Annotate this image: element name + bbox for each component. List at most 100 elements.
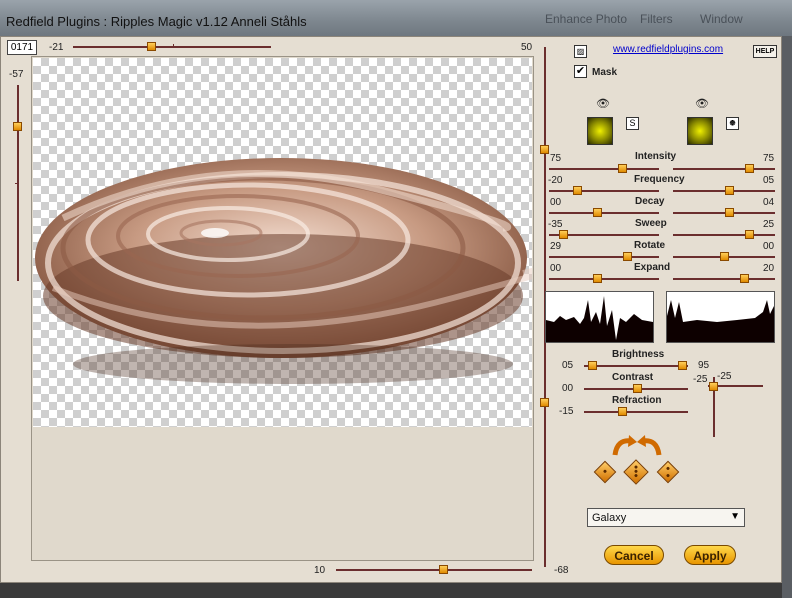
- expand-knob-left[interactable]: [593, 274, 602, 283]
- apply-button[interactable]: Apply: [684, 545, 736, 565]
- contrast-knob[interactable]: [633, 384, 642, 393]
- color-swatch-left[interactable]: [587, 117, 613, 145]
- refraction-label: Refraction: [612, 395, 662, 406]
- contrast-label: Contrast: [612, 372, 654, 383]
- expand-slider-left[interactable]: [549, 278, 659, 280]
- intensity-right-value: 75: [763, 153, 775, 164]
- rotate-arrows-icon[interactable]: [611, 435, 663, 457]
- bottom-hslider-track[interactable]: [336, 569, 532, 571]
- contrast-left-value: 00: [562, 383, 574, 394]
- expand-left-value: 00: [550, 263, 562, 274]
- bg-title-1: Enhance Photo: [545, 12, 628, 26]
- rotate-label: Rotate: [634, 240, 666, 251]
- swatch-swirl-button[interactable]: 🞿: [726, 117, 739, 130]
- rotate-right-value: 00: [763, 241, 775, 252]
- expand-label: Expand: [634, 262, 671, 273]
- rotate-left-value: 29: [550, 241, 562, 252]
- left-vslider-value: -57: [9, 69, 24, 80]
- bottom-hslider-knob[interactable]: [439, 565, 448, 574]
- brightness-knob-left[interactable]: [588, 361, 597, 370]
- mask-label: Mask: [592, 67, 618, 78]
- window-title: Redfield Plugins : Ripples Magic v1.12 A…: [6, 14, 307, 29]
- sweep-knob-right[interactable]: [745, 230, 754, 239]
- refraction-left-value: -15: [559, 406, 574, 417]
- top-slider-min: -21: [49, 42, 64, 53]
- expand-knob-right[interactable]: [740, 274, 749, 283]
- refraction-knob[interactable]: [618, 407, 627, 416]
- decay-right-value: 04: [763, 197, 775, 208]
- ripple-image: [35, 158, 532, 384]
- frequency-right-value: 05: [763, 175, 775, 186]
- brightness-slider[interactable]: [584, 365, 688, 367]
- sweep-knob-left[interactable]: [559, 230, 568, 239]
- frequency-left-value: -20: [548, 175, 563, 186]
- rotate-slider-left[interactable]: [549, 256, 659, 258]
- refraction-slider[interactable]: [584, 411, 688, 413]
- decay-slider-left[interactable]: [549, 212, 659, 214]
- contrast-right-value: -25: [693, 374, 708, 385]
- sweep-slider-right[interactable]: [673, 234, 775, 236]
- side-slider-value: -25: [717, 371, 732, 382]
- side-knob[interactable]: [709, 382, 718, 391]
- cancel-button[interactable]: Cancel: [604, 545, 664, 565]
- frequency-label: Frequency: [634, 174, 685, 185]
- decay-slider-right[interactable]: [673, 212, 775, 214]
- preview-canvas[interactable]: [33, 58, 532, 427]
- bottom-slider-value: 10: [314, 565, 326, 576]
- sweep-label: Sweep: [635, 218, 667, 229]
- eye-icon-left[interactable]: 👁: [596, 99, 610, 110]
- rotate-knob-left[interactable]: [623, 252, 632, 261]
- preset-selected: Galaxy: [592, 512, 627, 524]
- preset-dropdown[interactable]: Galaxy ▼: [587, 508, 745, 527]
- right-vslider-knob-lower[interactable]: [540, 398, 549, 407]
- help-button[interactable]: HELP: [753, 45, 777, 58]
- right-vslider-bottom-value: -68: [554, 565, 569, 576]
- decay-left-value: 00: [550, 197, 562, 208]
- intensity-slider-left[interactable]: [549, 168, 659, 170]
- brightness-knob-right[interactable]: [678, 361, 687, 370]
- top-hslider-track[interactable]: [73, 46, 271, 48]
- decay-knob-right[interactable]: [725, 208, 734, 217]
- random-dice-left-icon[interactable]: [593, 460, 617, 484]
- plugin-window: 0171 -21 50 -57 10 -68 ▨ www.redfieldplu…: [0, 36, 782, 583]
- image-toggle-icon[interactable]: ▨: [574, 45, 587, 58]
- intensity-label: Intensity: [635, 151, 677, 162]
- website-link[interactable]: www.redfieldplugins.com: [613, 44, 723, 55]
- background-window-bottom: [0, 583, 782, 598]
- sweep-left-value: -35: [548, 219, 563, 230]
- eye-icon-right[interactable]: 👁: [695, 99, 709, 110]
- rotate-knob-right[interactable]: [720, 252, 729, 261]
- random-dice-right-icon[interactable]: [656, 460, 680, 484]
- background-window-edge: [782, 36, 792, 598]
- top-hslider-knob[interactable]: [147, 42, 156, 51]
- expand-right-value: 20: [763, 263, 775, 274]
- frequency-knob-right[interactable]: [725, 186, 734, 195]
- brightness-right-value: 95: [698, 360, 710, 371]
- mask-checkbox[interactable]: ✔: [574, 65, 587, 78]
- brightness-left-value: 05: [562, 360, 574, 371]
- random-dice-center-icon[interactable]: [623, 459, 649, 485]
- intensity-left-value: 75: [550, 153, 562, 164]
- swatch-s-button[interactable]: S: [626, 117, 639, 130]
- waveform-graph-left[interactable]: [545, 291, 654, 343]
- brightness-label: Brightness: [612, 349, 665, 360]
- top-slider-max: 50: [521, 42, 533, 53]
- intensity-slider-right[interactable]: [673, 168, 775, 170]
- frequency-slider-right[interactable]: [673, 190, 775, 192]
- title-bar: Redfield Plugins : Ripples Magic v1.12 A…: [0, 0, 792, 36]
- right-vslider-knob-upper[interactable]: [540, 145, 549, 154]
- sweep-right-value: 25: [763, 219, 775, 230]
- color-swatch-right[interactable]: [687, 117, 713, 145]
- left-vslider-knob[interactable]: [13, 122, 22, 131]
- intensity-knob-right[interactable]: [745, 164, 754, 173]
- decay-knob-left[interactable]: [593, 208, 602, 217]
- frequency-knob-left[interactable]: [573, 186, 582, 195]
- bg-title-3: Window: [700, 12, 743, 26]
- frequency-slider-left[interactable]: [549, 190, 659, 192]
- intensity-knob-left[interactable]: [618, 164, 627, 173]
- waveform-graph-right[interactable]: [666, 291, 775, 343]
- decay-label: Decay: [635, 196, 665, 207]
- expand-slider-right[interactable]: [673, 278, 775, 280]
- chevron-down-icon: ▼: [730, 511, 740, 522]
- preset-id-field[interactable]: 0171: [7, 40, 37, 55]
